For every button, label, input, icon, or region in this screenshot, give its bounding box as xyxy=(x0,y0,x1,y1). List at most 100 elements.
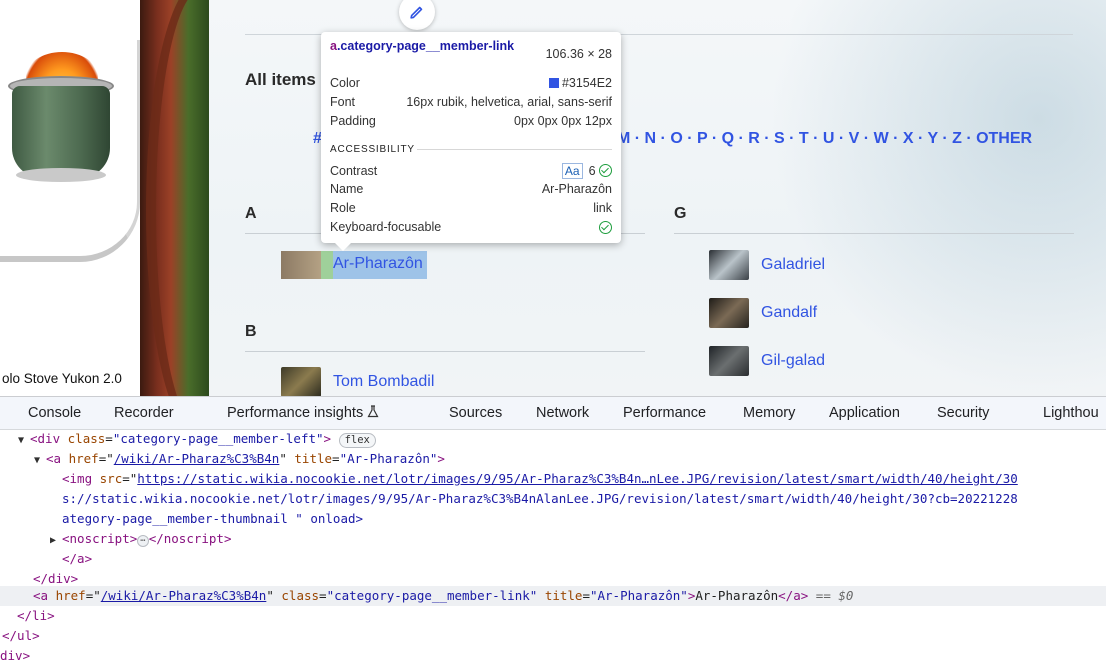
section-divider xyxy=(674,233,1074,234)
member-link-gil-galad[interactable]: Gil-galad xyxy=(761,352,825,370)
attr-value: ategory-page__member-thumbnail " onload> xyxy=(62,511,364,526)
attr-value: "category-page__member-link" xyxy=(326,588,538,603)
dom-node-div[interactable]: ▼ <div class="category-page__member-left"… xyxy=(18,429,376,449)
tab-console[interactable]: Console xyxy=(28,405,81,421)
color-value: #3154E2 xyxy=(561,76,612,90)
member-thumbnail[interactable] xyxy=(709,250,749,280)
member-thumbnail-highlight[interactable] xyxy=(281,251,321,279)
background-artwork xyxy=(769,0,1106,396)
check-circle-icon xyxy=(599,220,612,234)
tooltip-row-padding: Padding 0px 0px 0px 12px xyxy=(330,114,612,128)
tag: </div> xyxy=(33,571,79,586)
selector-tag: a xyxy=(330,39,337,53)
dom-node-img[interactable]: <img src="https://static.wikia.nocookie.… xyxy=(62,469,1018,489)
tab-sources[interactable]: Sources xyxy=(449,405,502,421)
tag: </ul> xyxy=(2,628,40,643)
tooltip-row-keyboard: Keyboard-focusable xyxy=(330,220,612,234)
decorative-background-strip xyxy=(140,0,256,396)
contrast-label: Contrast xyxy=(330,164,378,178)
member-link-gandalf[interactable]: Gandalf xyxy=(761,304,817,322)
list-item: Gil-galad xyxy=(709,346,825,376)
tag: <a xyxy=(46,451,69,466)
member-link-ar-pharazon[interactable]: Ar-Pharazôn xyxy=(333,255,423,273)
flex-badge[interactable]: flex xyxy=(338,433,376,448)
attr-value: "Ar-Pharazôn" xyxy=(589,588,688,603)
href-link[interactable]: /wiki/Ar-Pharaz%C3%B4n xyxy=(101,588,267,603)
name-label: Name xyxy=(330,182,364,196)
tab-performance-insights[interactable]: Performance insights xyxy=(227,405,379,421)
tag: </a> xyxy=(778,588,809,603)
accessibility-header: ACCESSIBILITY xyxy=(330,144,415,155)
tag: </noscript> xyxy=(148,531,232,546)
alphabet-nav[interactable]: M · N · O · P · Q · R · S · T · U · V · … xyxy=(617,130,1032,148)
attr-name: class xyxy=(281,588,320,603)
expand-triangle-icon[interactable]: ▼ xyxy=(34,451,46,471)
dom-close-li[interactable]: </li> xyxy=(17,606,55,626)
dom-node-noscript[interactable]: ▶ <noscript> ⋯ </noscript> xyxy=(50,529,231,549)
ad-caption[interactable]: olo Stove Yukon 2.0 xyxy=(2,371,122,386)
tab-application[interactable]: Application xyxy=(829,405,900,421)
tooltip-row-color: Color #3154E2 xyxy=(330,76,612,90)
dom-close-div-outer[interactable]: div> xyxy=(0,646,30,666)
padding-value: 0px 0px 0px 12px xyxy=(514,114,612,128)
tab-recorder[interactable]: Recorder xyxy=(114,405,174,421)
src-link[interactable]: https://static.wikia.nocookie.net/lotr/i… xyxy=(137,471,1018,486)
tag: <img xyxy=(62,471,100,486)
section-letter-a: A xyxy=(245,205,257,222)
tab-network[interactable]: Network xyxy=(536,405,589,421)
check-circle-icon xyxy=(599,164,612,177)
tooltip-row-contrast: Contrast Aa 6 xyxy=(330,163,612,179)
expand-triangle-icon[interactable]: ▼ xyxy=(18,431,30,451)
attr-value: "Ar-Pharazôn" xyxy=(339,451,438,466)
tag: <noscript> xyxy=(62,531,138,546)
tooltip-row-font: Font 16px rubik, helvetica, arial, sans-… xyxy=(330,95,612,109)
attr-name: href xyxy=(55,588,86,603)
dom-node-img-cont: s://static.wikia.nocookie.net/lotr/image… xyxy=(62,489,1018,509)
edit-button[interactable] xyxy=(399,0,435,30)
attr-name: title xyxy=(544,588,583,603)
dollar-zero: $0 xyxy=(838,588,854,603)
elements-dom-tree[interactable]: ▼ <div class="category-page__member-left"… xyxy=(0,430,1106,665)
tag: </a> xyxy=(62,551,93,566)
contrast-aa-badge: Aa xyxy=(561,163,583,179)
member-link-galadriel[interactable]: Galadriel xyxy=(761,256,825,274)
attr-name: class xyxy=(67,431,106,446)
devtools-tab-bar: Console Recorder Performance insights So… xyxy=(0,396,1106,430)
dom-close-ul[interactable]: </ul> xyxy=(2,626,40,646)
browser-viewport: olo Stove Yukon 2.0 All items # M · N · … xyxy=(0,0,1106,396)
dom-node-a[interactable]: ▼ <a href="/wiki/Ar-Pharaz%C3%B4n" title=… xyxy=(34,449,445,469)
list-item: Galadriel xyxy=(709,250,825,280)
stove-image xyxy=(12,86,110,178)
href-link[interactable]: /wiki/Ar-Pharaz%C3%B4n xyxy=(114,451,280,466)
padding-label: Padding xyxy=(330,114,376,128)
selector-class: .category-page__member-link xyxy=(336,39,515,53)
ad-panel[interactable]: olo Stove Yukon 2.0 xyxy=(0,0,140,396)
member-thumbnail[interactable] xyxy=(709,298,749,328)
member-link-tom-bombadil[interactable]: Tom Bombadil xyxy=(333,373,434,391)
tab-label: Performance insights xyxy=(227,405,364,421)
section-letter-g: G xyxy=(674,205,687,222)
member-thumbnail[interactable] xyxy=(281,367,321,396)
equals-sign: == xyxy=(808,588,839,603)
tab-security[interactable]: Security xyxy=(937,405,989,421)
member-thumbnail[interactable] xyxy=(709,346,749,376)
node-text: Ar-Pharazôn xyxy=(695,588,779,603)
dom-node-a-selected[interactable]: <a href="/wiki/Ar-Pharaz%C3%B4n" class="… xyxy=(33,586,853,606)
section-letter-b: B xyxy=(245,323,257,340)
attr-value: s://static.wikia.nocookie.net/lotr/image… xyxy=(62,491,1018,506)
keyboard-label: Keyboard-focusable xyxy=(330,220,442,234)
pencil-icon xyxy=(410,6,423,19)
expand-triangle-icon[interactable]: ▶ xyxy=(50,531,62,551)
ellipsis-icon[interactable]: ⋯ xyxy=(137,535,149,547)
tab-performance[interactable]: Performance xyxy=(623,405,706,421)
font-value: 16px rubik, helvetica, arial, sans-serif xyxy=(406,95,612,109)
section-divider xyxy=(245,351,645,352)
color-swatch xyxy=(548,78,559,88)
tag: <div xyxy=(30,431,68,446)
stove-base-image xyxy=(16,168,106,182)
attr-name: title xyxy=(294,451,333,466)
tab-memory[interactable]: Memory xyxy=(743,405,795,421)
tab-lighthouse[interactable]: Lighthou xyxy=(1043,405,1099,421)
dom-close-a[interactable]: </a> xyxy=(62,549,92,569)
tag: </li> xyxy=(17,608,55,623)
